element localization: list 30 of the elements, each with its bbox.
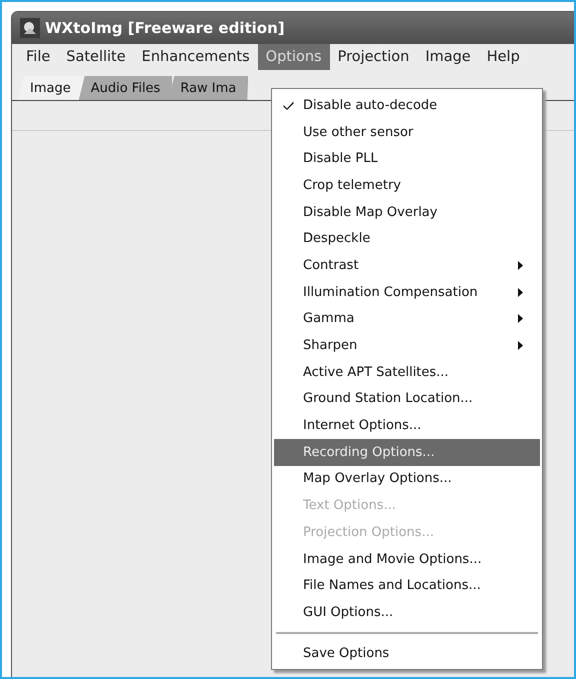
tab[interactable]: Raw Ima bbox=[168, 76, 248, 100]
menu-item[interactable]: Image and Movie Options... bbox=[274, 546, 540, 572]
menu-item[interactable]: Recording Options... bbox=[274, 438, 540, 466]
menu-bar-item[interactable]: File bbox=[18, 44, 58, 70]
menu-bar-item[interactable]: Satellite bbox=[58, 44, 134, 70]
menu-bar-item[interactable]: Options bbox=[258, 44, 330, 70]
menu-item[interactable]: Map Overlay Options... bbox=[274, 466, 540, 492]
menu-item[interactable]: Use other sensor bbox=[274, 118, 540, 146]
menu-item[interactable]: Ground Station Location... bbox=[274, 386, 540, 412]
window-title: WXtoImg [Freeware edition] bbox=[45, 19, 285, 37]
menu-item[interactable]: Illumination Compensation bbox=[274, 278, 540, 306]
menu-bar-item[interactable]: Projection bbox=[330, 44, 418, 70]
menu-item[interactable]: Active APT Satellites... bbox=[274, 358, 540, 386]
menu-item[interactable]: Gamma bbox=[274, 306, 540, 332]
menu-item[interactable]: GUI Options... bbox=[274, 599, 540, 626]
menu-item[interactable]: Crop telemetry bbox=[274, 172, 540, 199]
tab[interactable]: Audio Files bbox=[78, 76, 172, 100]
menu-item[interactable]: File Names and Locations... bbox=[274, 572, 540, 600]
menu-bar-item[interactable]: Image bbox=[417, 44, 479, 70]
menu-item[interactable]: Sharpen bbox=[274, 332, 540, 359]
menu-item[interactable]: Disable auto-decode bbox=[274, 92, 540, 119]
menu-bar-item[interactable]: Help bbox=[478, 44, 528, 70]
menu-item[interactable]: Contrast bbox=[274, 252, 540, 279]
menu-item[interactable]: Internet Options... bbox=[274, 412, 540, 439]
tab[interactable]: Image bbox=[18, 76, 83, 100]
menu-item[interactable]: Disable PLL bbox=[274, 145, 540, 172]
menu-item[interactable]: Disable Map Overlay bbox=[274, 198, 540, 226]
menu-bar-item[interactable]: Enhancements bbox=[134, 44, 258, 70]
menu-item[interactable]: Save Options bbox=[274, 640, 540, 666]
menu-item[interactable]: Despeckle bbox=[274, 225, 540, 252]
